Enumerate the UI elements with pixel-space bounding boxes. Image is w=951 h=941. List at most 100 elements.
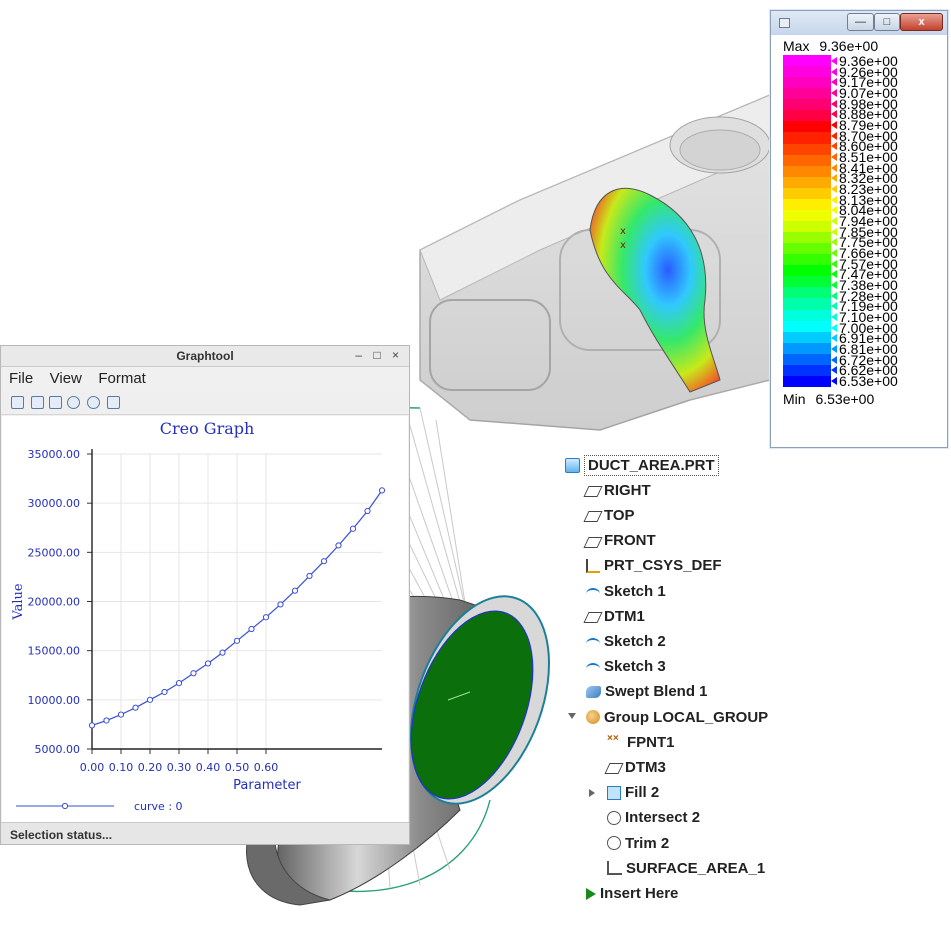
tree-item-sketch-3[interactable]: Sketch 3 [586, 656, 666, 678]
tree-item-label: DTM3 [625, 758, 666, 776]
color-band [783, 342, 831, 355]
tick-marker [831, 142, 837, 151]
tick-marker [831, 377, 837, 385]
maximize-button[interactable]: □ [874, 13, 900, 31]
y-axis-label: Value [11, 583, 26, 620]
y-tick-label: 10000.00 [28, 694, 81, 707]
tick-marker [831, 67, 837, 76]
x-tick-label: 0.10 [109, 761, 134, 774]
tree-item-prt-csys-def[interactable]: PRT_CSYS_DEF [586, 555, 722, 577]
tree-item-dtm3[interactable]: DTM3 [604, 756, 666, 778]
tree-item-right[interactable]: RIGHT [583, 479, 651, 501]
color-band [783, 353, 831, 366]
tree-item-sketch-1[interactable]: Sketch 1 [586, 580, 666, 602]
tree-item-label: Group LOCAL_GROUP [604, 708, 769, 726]
zoom-fit-icon[interactable] [87, 396, 100, 409]
tree-item-intersect-2[interactable]: Intersect 2 [607, 807, 700, 829]
print-icon[interactable] [11, 396, 24, 409]
tree-item-duct-area-prt[interactable]: DUCT_AREA.PRT [565, 454, 719, 476]
creo-graph-chart: Creo Graph 5000.00 10000.00 15000.00 20000.0… [11, 419, 386, 813]
tick-marker [831, 153, 837, 161]
tree-item-swept-blend-1[interactable]: Swept Blend 1 [586, 681, 708, 703]
tree-item-fill-2[interactable]: Fill 2 [589, 782, 659, 804]
data-point [132, 704, 139, 711]
result-legend-window[interactable]: — □ x Max 9.36e+00 9.36e+00 9.26e+00 9.17e… [770, 10, 948, 448]
edit-icon[interactable] [49, 396, 62, 409]
tree-item-trim-2[interactable]: Trim 2 [607, 832, 669, 854]
color-band [783, 309, 831, 322]
data-point [248, 625, 255, 633]
color-band [783, 232, 831, 244]
data-point [175, 680, 183, 687]
fill-icon [607, 785, 621, 800]
grid-icon[interactable] [31, 396, 44, 409]
minimize-button[interactable]: — [847, 13, 874, 31]
collapse-arrow-icon[interactable] [568, 713, 576, 719]
part-icon [565, 457, 580, 473]
chart-title: Creo Graph [160, 419, 255, 438]
data-point [378, 487, 386, 494]
data-point [190, 670, 197, 677]
menu-view[interactable]: View [42, 367, 86, 387]
data-point [146, 696, 154, 703]
data-point [204, 660, 212, 667]
color-band [783, 143, 831, 156]
tick-marker [831, 259, 837, 268]
menu-file[interactable]: File [1, 367, 37, 387]
tree-item-label: Sketch 1 [604, 582, 666, 600]
tree-item-fpnt1[interactable]: ×× FPNT1 [607, 731, 675, 753]
menu-format[interactable]: Format [90, 367, 150, 387]
tick-marker [831, 345, 837, 353]
data-point [306, 572, 313, 580]
svg-text:x: x [620, 240, 626, 251]
tick-marker [831, 366, 837, 375]
legend-max-label: Max 9.36e+00 [783, 38, 878, 54]
tree-item-sketch-2[interactable]: Sketch 2 [586, 630, 666, 652]
window-controls[interactable]: – □ × [355, 348, 403, 362]
tick-marker [831, 57, 837, 65]
data-point [364, 507, 371, 515]
tree-item-label: FPNT1 [627, 733, 675, 751]
color-band [783, 99, 831, 111]
swept-blend-icon [586, 685, 601, 698]
color-band [783, 287, 831, 299]
tree-item-dtm1[interactable]: DTM1 [583, 605, 645, 627]
expand-arrow-icon[interactable] [589, 788, 595, 797]
color-band [783, 320, 831, 333]
tree-item-surface-area-1[interactable]: SURFACE_AREA_1 [607, 857, 765, 879]
sketch-icon [586, 637, 600, 650]
color-band [783, 364, 831, 377]
x-axis-label: Parameter [233, 778, 301, 793]
tree-item-label: Trim 2 [625, 834, 670, 852]
color-band [783, 132, 831, 145]
y-tick-label: 20000.00 [28, 596, 81, 609]
tree-item-top[interactable]: TOP [583, 504, 635, 526]
datum-point-icon: ×× [607, 733, 619, 745]
zoom-in-icon[interactable] [67, 396, 80, 409]
tree-item-front[interactable]: FRONT [583, 530, 656, 552]
tick-marker [831, 355, 837, 364]
csys-icon [586, 558, 600, 573]
tick-marker [831, 89, 837, 97]
model-tree[interactable]: DUCT_AREA.PRT RIGHT TOP FRONT PRT_CSYS_DEF Sk… [562, 452, 942, 912]
export-icon[interactable] [107, 396, 120, 409]
close-button[interactable]: x [900, 13, 943, 31]
plot-area[interactable]: Creo Graph 5000.00 10000.00 15000.00 20000.0… [2, 416, 408, 822]
y-tick-label: 15000.00 [28, 645, 81, 658]
min-value: 6.53e+00 [815, 391, 875, 407]
data-point [335, 542, 342, 549]
graphtool-titlebar[interactable]: Graphtool – □ × [1, 346, 409, 367]
tree-item-label: SURFACE_AREA_1 [626, 859, 766, 877]
legend-titlebar[interactable]: — □ x [771, 11, 947, 35]
graphtool-window[interactable]: Graphtool – □ × File View Format Creo Gr… [0, 345, 410, 845]
intersect-icon [607, 810, 621, 825]
x-tick-label: 0.60 [254, 761, 279, 774]
tree-item-insert-here[interactable]: Insert Here [586, 882, 678, 904]
datum-plane-icon [583, 536, 603, 548]
datum-plane-icon [604, 763, 624, 775]
min-caption: Min [783, 391, 806, 407]
color-band [783, 198, 831, 211]
x-tick-label: 0.40 [196, 761, 221, 774]
color-band [783, 165, 831, 178]
tree-item-group-local-group[interactable]: Group LOCAL_GROUP [568, 706, 769, 728]
